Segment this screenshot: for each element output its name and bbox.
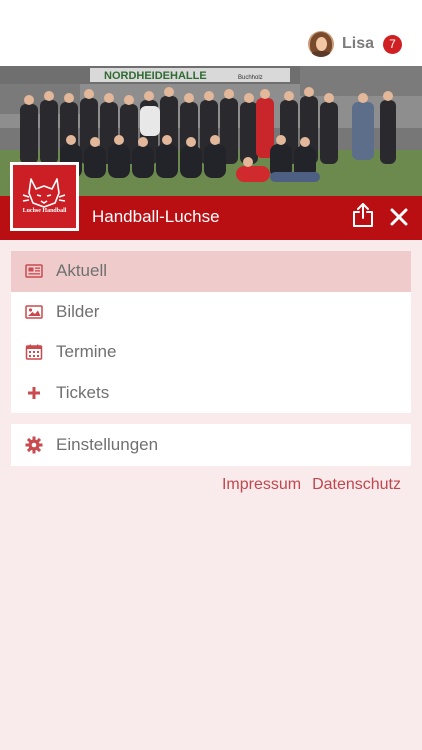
username[interactable]: Lisa [342, 35, 374, 53]
menu-item-einstellungen[interactable]: Einstellungen [11, 424, 411, 466]
menu-item-label: Termine [56, 342, 117, 362]
avatar[interactable] [307, 31, 334, 57]
menu-item-label: Bilder [56, 301, 100, 321]
datenschutz-link[interactable]: Datenschutz [312, 476, 401, 494]
logo-text: Luchse Handball [22, 208, 67, 214]
menu-item-termine[interactable]: Termine [11, 332, 411, 373]
menu-item-label: Einstellungen [56, 435, 159, 454]
main-menu: Aktuell Bilder Termine Tickets [11, 251, 411, 413]
calendar-icon [25, 344, 43, 360]
menu-item-tickets[interactable]: Tickets [11, 373, 411, 414]
menu-item-bilder[interactable]: Bilder [11, 292, 411, 333]
club-logo: Luchse Handball [10, 162, 79, 231]
club-name: Handball-Luchse [92, 207, 220, 226]
newspaper-icon [25, 264, 43, 278]
plus-icon [28, 386, 40, 399]
menu-item-label: Aktuell [56, 261, 108, 281]
banner-text: NORDHEIDEHALLE [104, 70, 207, 82]
image-icon [25, 305, 43, 319]
notification-badge[interactable]: 7 [383, 34, 402, 54]
share-icon[interactable] [352, 202, 374, 228]
close-icon[interactable] [389, 207, 409, 227]
user-profile[interactable]: Lisa 7 [307, 30, 402, 58]
menu-item-label: Tickets [56, 382, 110, 402]
footer-links: Impressum Datenschutz [222, 476, 401, 494]
lynx-icon [22, 178, 66, 208]
top-bar: Lisa 7 [0, 0, 422, 66]
menu-item-aktuell[interactable]: Aktuell [11, 251, 411, 292]
banner-subtext: Buchholz [238, 75, 263, 81]
settings-menu: Einstellungen [11, 424, 411, 466]
gear-icon [25, 436, 43, 454]
impressum-link[interactable]: Impressum [222, 476, 301, 494]
